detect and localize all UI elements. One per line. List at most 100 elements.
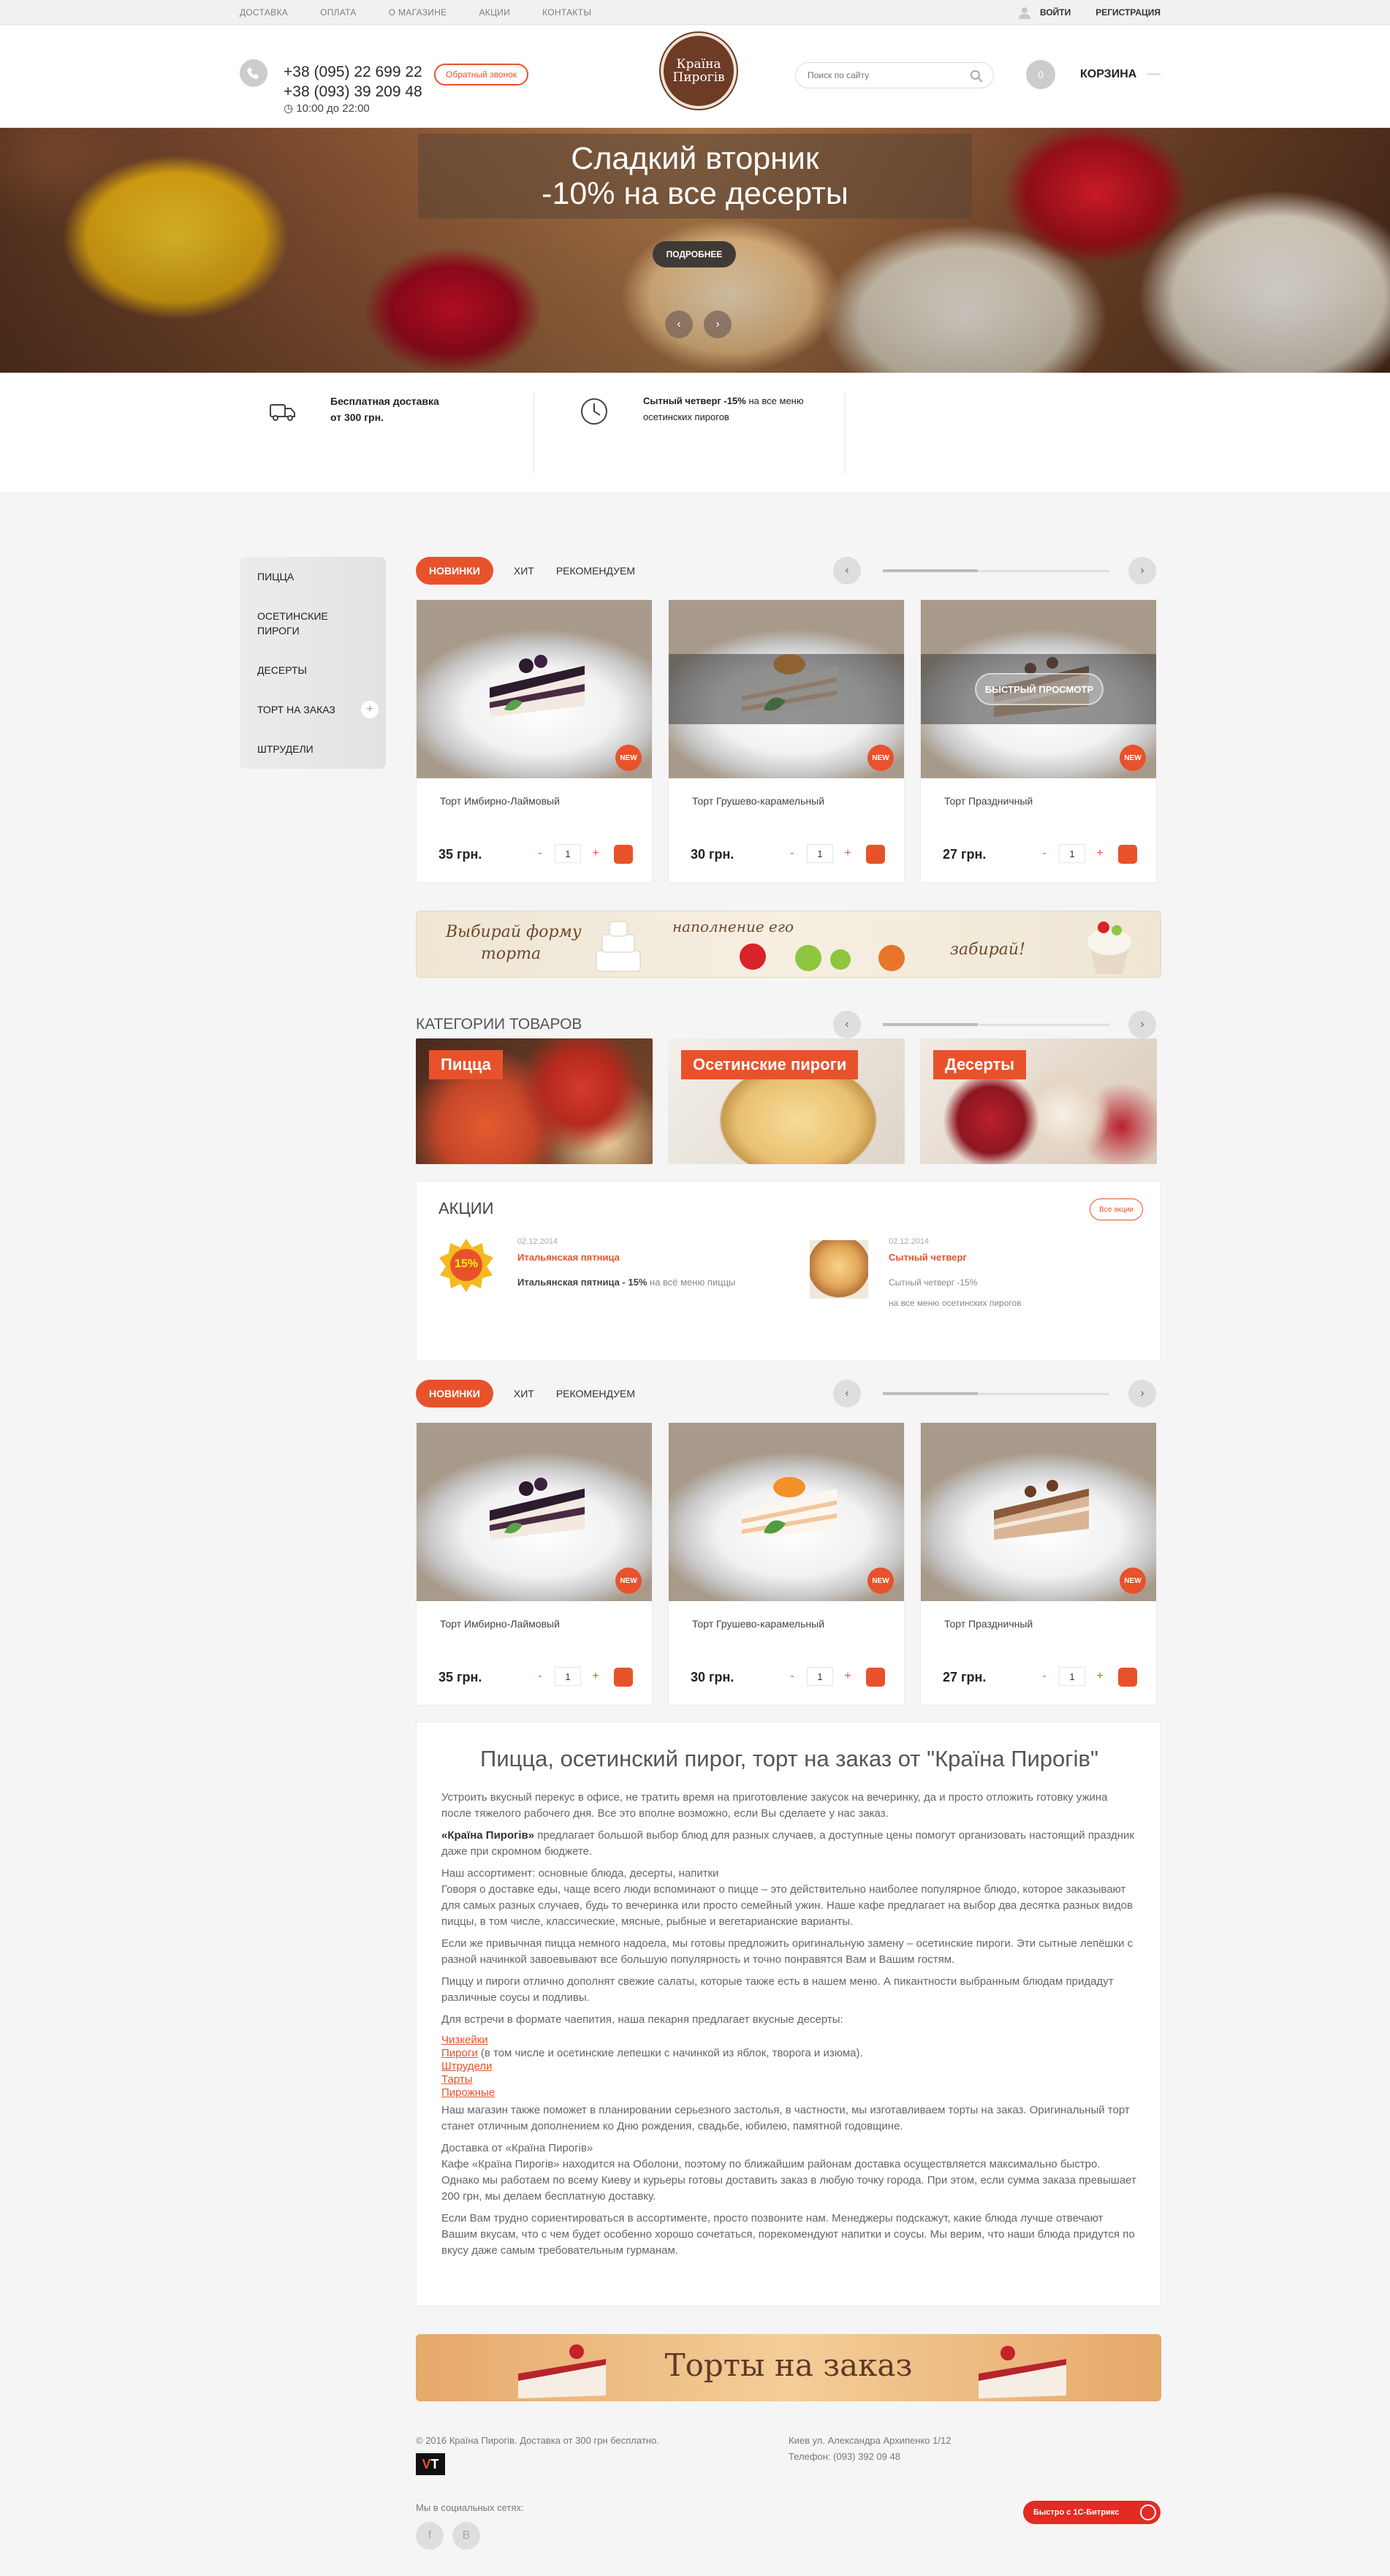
quantity-input[interactable]: 1 <box>1059 1667 1085 1686</box>
product-price: 35 грн. <box>438 847 482 862</box>
product-card[interactable]: NEW Торт Имбирно-Лаймовый 35 грн. - 1 + <box>416 599 653 883</box>
sidebar-item-strudels[interactable]: ШТРУДЕЛИ <box>257 742 314 756</box>
facebook-icon[interactable]: f <box>416 2522 444 2550</box>
top-nav: ДОСТАВКА ОПЛАТА О МАГАЗИНЕ АКЦИИ КОНТАКТ… <box>240 0 623 25</box>
product-name[interactable]: Торт Грушево-карамельный <box>692 1618 824 1630</box>
tab-hit[interactable]: ХИТ <box>514 1388 534 1399</box>
add-to-cart-icon[interactable] <box>866 845 885 864</box>
add-to-cart-icon[interactable] <box>866 1668 885 1687</box>
working-hours: ◷ 10:00 до 22:00 <box>284 102 370 115</box>
product-name[interactable]: Торт Грушево-карамельный <box>692 795 824 807</box>
sidebar-item-desserts[interactable]: ДЕСЕРТЫ <box>257 663 307 677</box>
search-icon[interactable] <box>970 69 983 83</box>
product-name[interactable]: Торт Праздничный <box>944 795 1033 807</box>
nav-about[interactable]: О МАГАЗИНЕ <box>389 7 447 18</box>
increase-button[interactable]: + <box>589 847 602 860</box>
sidebar-item-ossetian[interactable]: ОСЕТИНСКИЕ ПИРОГИ <box>257 609 328 638</box>
hero-next-arrow-icon[interactable]: › <box>704 311 732 338</box>
product-name[interactable]: Торт Имбирно-Лаймовый <box>440 1618 560 1630</box>
decrease-button[interactable]: - <box>786 1670 799 1683</box>
vt-logo[interactable]: VT <box>416 2453 445 2475</box>
add-to-cart-icon[interactable] <box>1118 845 1137 864</box>
slider-thumb[interactable] <box>883 1023 978 1026</box>
callback-button[interactable]: Обратный звонок <box>434 64 529 86</box>
bitrix-badge[interactable]: Быстро с 1С-Битрикс <box>1023 2501 1161 2524</box>
increase-button[interactable]: + <box>841 847 854 860</box>
category-ossetian-pies[interactable]: Осетинские пироги <box>668 1038 905 1164</box>
add-to-cart-icon[interactable] <box>614 1668 633 1687</box>
slider-thumb[interactable] <box>883 569 978 572</box>
link-cheesecakes[interactable]: Чизкейки <box>441 2034 1137 2047</box>
product-card[interactable]: БЫСТРЫЙ ПРОСМОТР NEW Торт Праздничный 27… <box>920 599 1157 883</box>
slider-prev-icon[interactable]: ‹ <box>833 1380 861 1407</box>
decrease-button[interactable]: - <box>533 847 547 860</box>
tab-hit[interactable]: ХИТ <box>514 565 534 577</box>
increase-button[interactable]: + <box>841 1670 854 1683</box>
link-tarts[interactable]: Тарты <box>441 2073 1137 2086</box>
product-card[interactable]: NEW Торт Праздничный 27 грн. - 1 + <box>920 1422 1157 1706</box>
hero-prev-arrow-icon[interactable]: ‹ <box>665 311 693 338</box>
quantity-input[interactable]: 1 <box>807 844 833 863</box>
phone-1[interactable]: +38 (095) 22 699 22 <box>284 62 422 82</box>
increase-button[interactable]: + <box>1093 1670 1106 1683</box>
decrease-button[interactable]: - <box>1038 1670 1051 1683</box>
increase-button[interactable]: + <box>589 1670 602 1683</box>
add-to-cart-icon[interactable] <box>1118 1668 1137 1687</box>
link-pies[interactable]: Пироги <box>441 2047 478 2059</box>
slider-next-icon[interactable]: › <box>1128 557 1156 585</box>
nav-payment[interactable]: ОПЛАТА <box>320 7 357 18</box>
register-link[interactable]: РЕГИСТРАЦИЯ <box>1095 7 1161 18</box>
quantity-input[interactable]: 1 <box>1059 844 1085 863</box>
cake-builder-banner[interactable]: Выбирай форму торта наполнение его забир… <box>416 911 1161 978</box>
decrease-button[interactable]: - <box>1038 847 1051 860</box>
quantity-input[interactable]: 1 <box>807 1667 833 1686</box>
all-promotions-button[interactable]: Все акции <box>1090 1198 1143 1220</box>
slider-prev-icon[interactable]: ‹ <box>833 1011 861 1038</box>
logo-line-1: Країна <box>676 57 721 72</box>
logo[interactable]: Країна Пирогів <box>661 33 737 109</box>
sidebar-item-custom-cake[interactable]: ТОРТ НА ЗАКАЗ <box>257 702 335 717</box>
promotions-block: АКЦИИ Все акции 15% 02.12.2014 Итальянск… <box>416 1181 1161 1361</box>
cart-count-badge[interactable]: 0 <box>1026 60 1055 89</box>
custom-cakes-banner[interactable]: Торты на заказ <box>416 2334 1161 2401</box>
footer-phone[interactable]: Телефон: (093) 392 09 48 <box>789 2451 900 2462</box>
category-desserts[interactable]: Десерты <box>920 1038 1157 1164</box>
add-to-cart-icon[interactable] <box>614 845 633 864</box>
decrease-button[interactable]: - <box>533 1670 547 1683</box>
product-card[interactable]: NEW Торт Грушево-карамельный 30 грн. - 1… <box>668 599 905 883</box>
quantity-input[interactable]: 1 <box>555 1667 581 1686</box>
nav-promotions[interactable]: АКЦИИ <box>479 7 510 18</box>
product-card[interactable]: NEW Торт Грушево-карамельный 30 грн. - 1… <box>668 1422 905 1706</box>
cart-link[interactable]: КОРЗИНА <box>1080 68 1136 81</box>
link-strudels[interactable]: Штрудели <box>441 2060 1137 2073</box>
slider-thumb[interactable] <box>883 1392 978 1395</box>
phone-2[interactable]: +38 (093) 39 209 48 <box>284 82 422 102</box>
quantity-input[interactable]: 1 <box>555 844 581 863</box>
expand-plus-icon[interactable]: + <box>361 701 379 718</box>
tab-new[interactable]: НОВИНКИ <box>416 1380 493 1407</box>
quick-view-button[interactable]: БЫСТРЫЙ ПРОСМОТР <box>975 673 1104 705</box>
login-link[interactable]: ВОЙТИ <box>1040 7 1071 18</box>
tab-recommended[interactable]: РЕКОМЕНДУЕМ <box>556 1388 635 1399</box>
category-pizza[interactable]: Пицца <box>416 1038 653 1164</box>
vk-icon[interactable]: B <box>452 2522 480 2550</box>
sidebar-item-pizza[interactable]: ПИЦЦА <box>257 569 294 584</box>
promo-image[interactable] <box>810 1240 868 1299</box>
nav-delivery[interactable]: ДОСТАВКА <box>240 7 288 18</box>
search-input[interactable] <box>808 63 968 88</box>
slider-prev-icon[interactable]: ‹ <box>833 557 861 585</box>
promo-title-link[interactable]: Сытный четверг <box>889 1252 967 1263</box>
tab-new[interactable]: НОВИНКИ <box>416 557 493 585</box>
product-name[interactable]: Торт Праздничный <box>944 1618 1033 1630</box>
product-name[interactable]: Торт Имбирно-Лаймовый <box>440 795 560 807</box>
link-pastries[interactable]: Пирожные <box>441 2086 1137 2100</box>
product-card[interactable]: NEW Торт Имбирно-Лаймовый 35 грн. - 1 + <box>416 1422 653 1706</box>
nav-contacts[interactable]: КОНТАКТЫ <box>542 7 591 18</box>
slider-next-icon[interactable]: › <box>1128 1011 1156 1038</box>
hero-more-button[interactable]: ПОДРОБНЕЕ <box>653 241 736 267</box>
promo-title-link[interactable]: Итальянская пятница <box>517 1252 620 1263</box>
increase-button[interactable]: + <box>1093 847 1106 860</box>
slider-next-icon[interactable]: › <box>1128 1380 1156 1407</box>
decrease-button[interactable]: - <box>786 847 799 860</box>
tab-recommended[interactable]: РЕКОМЕНДУЕМ <box>556 565 635 577</box>
